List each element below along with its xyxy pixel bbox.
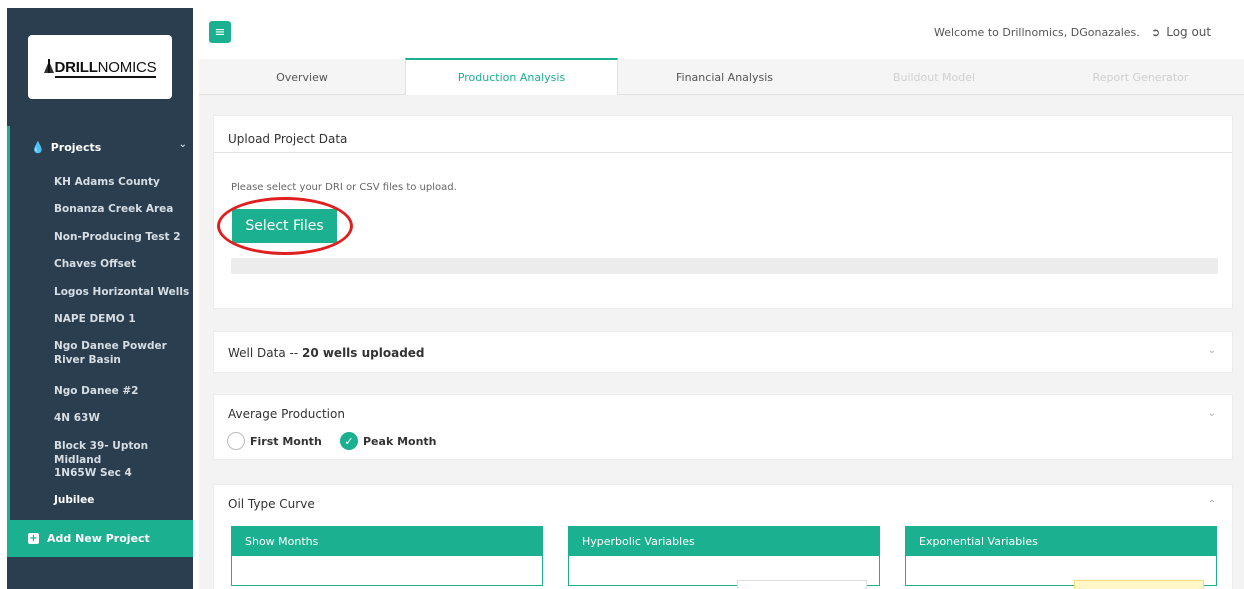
average-production-title: Average Production [228,407,345,421]
add-new-project-button[interactable]: + Add New Project [7,520,193,557]
tab-overview[interactable]: Overview [199,59,405,95]
logout-label: Log out [1166,25,1212,39]
oil-type-curve-title: Oil Type Curve [228,497,315,511]
show-months-panel: Show Months [231,526,543,586]
sidebar-item-project[interactable]: NAPE DEMO 1 [54,312,194,326]
tab-financial-analysis[interactable]: Financial Analysis [618,59,831,95]
upload-progress-bar [231,258,1218,274]
projects-label: Projects [50,140,102,154]
logo[interactable]: DRILLNOMICS [28,35,172,99]
hyperbolic-input[interactable] [737,580,867,589]
chevron-down-icon[interactable]: ⌄ [1208,345,1216,356]
divider [214,152,1232,153]
show-months-header: Show Months [232,527,542,556]
oil-type-curve-panel: Oil Type Curve ⌃ Show Months Hyperbolic … [213,484,1233,589]
logo-text: DRILLNOMICS [43,58,157,78]
main-content: Upload Project Data Please select your D… [199,95,1244,589]
hyperbolic-variables-panel: Hyperbolic Variables [568,526,880,589]
well-data-title: Well Data -- 20 wells uploaded [228,346,425,360]
sidebar-item-project[interactable]: 1N65W Sec 4 [54,466,194,480]
sidebar-item-project-active[interactable]: Jubilee [54,493,194,507]
sidebar-item-project[interactable]: Logos Horizontal Wells [54,285,194,299]
upload-instructions: Please select your DRI or CSV files to u… [231,182,457,193]
average-production-panel: Average Production ⌄ First Month ✓ Peak … [213,394,1233,460]
sidebar-item-project[interactable]: 4N 63W [54,411,194,425]
hyperbolic-variables-header: Hyperbolic Variables [569,527,879,556]
exponential-variables-panel: Exponential Variables [905,526,1217,589]
exponential-variables-header: Exponential Variables [906,527,1216,556]
hamburger-icon[interactable]: ≡ [209,21,231,43]
check-circle-icon: ✓ [340,432,358,450]
radio-peak-month[interactable]: ✓ Peak Month [340,432,437,450]
tab-buildout-model: Buildout Model [892,70,976,84]
sidebar-active-indicator [7,126,10,531]
tab-bar: Overview Production Analysis Financial A… [199,58,1244,95]
highlight-circle [217,197,353,255]
sidebar-item-project[interactable]: Block 39- Upton Midland [54,439,194,467]
sidebar-item-project[interactable]: Ngo Danee #2 [54,384,194,398]
tab-production-analysis[interactable]: Production Analysis [405,58,618,95]
oil-rig-icon [43,58,54,73]
well-data-panel[interactable]: Well Data -- 20 wells uploaded ⌄ [213,331,1233,373]
plus-square-icon: + [28,533,39,544]
upload-panel: Upload Project Data Please select your D… [213,115,1233,309]
sign-out-icon: ➲ [1151,26,1161,39]
tab-report-generator: Report Generator [1092,70,1189,84]
chevron-down-icon[interactable]: ⌄ [1208,408,1216,419]
radio-circle [227,432,245,450]
sidebar-item-project[interactable]: Non-Producing Test 2 [54,230,194,244]
sidebar: DRILLNOMICS 💧 Projects ⌄ KH Adams County… [7,8,193,589]
sidebar-item-project[interactable]: Ngo Danee Powder River Basin [54,339,174,367]
add-new-project-label: Add New Project [47,532,150,545]
projects-menu-toggle[interactable]: 💧 Projects ⌄ [31,139,187,155]
droplet-icon: 💧 [31,140,45,154]
exponential-input[interactable] [1074,580,1204,589]
chevron-down-icon: ⌄ [178,139,187,150]
sidebar-item-project[interactable]: Bonanza Creek Area [54,202,194,216]
logout-link[interactable]: ➲ Log out [1151,25,1211,39]
welcome-text: Welcome to Drillnomics, DGonazales. [934,26,1140,39]
chevron-up-icon[interactable]: ⌃ [1208,499,1216,510]
upload-title: Upload Project Data [228,132,348,146]
sidebar-item-project[interactable]: Chaves Offset [54,257,194,271]
radio-first-month[interactable]: First Month [227,432,322,450]
sidebar-item-project[interactable]: KH Adams County [54,175,194,189]
